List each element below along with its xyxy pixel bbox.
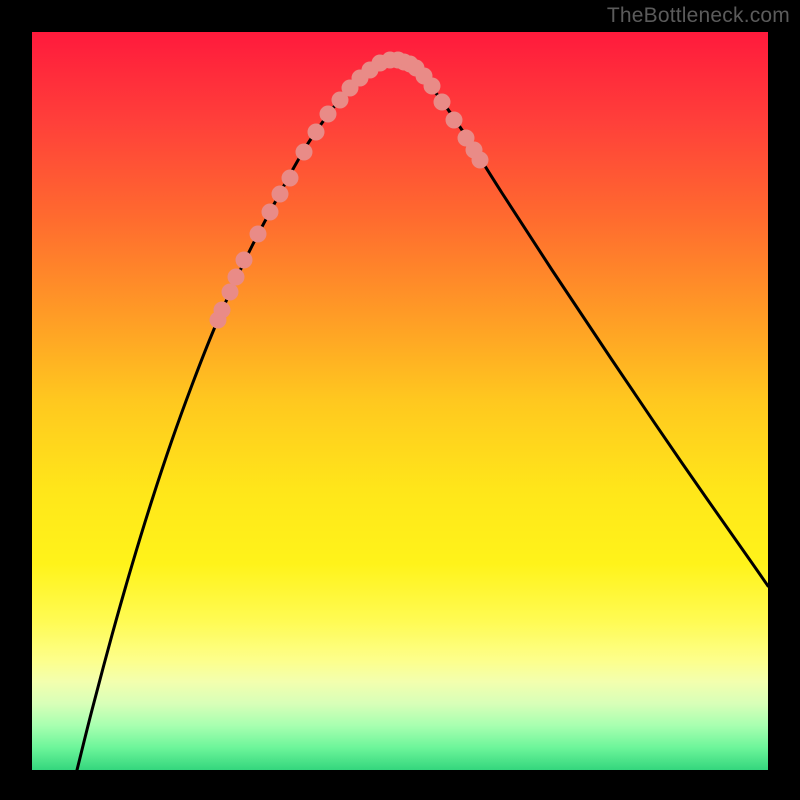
- marker-dot: [282, 170, 299, 187]
- bottleneck-curve: [77, 59, 768, 770]
- marker-band: [210, 52, 489, 329]
- marker-dot: [214, 302, 231, 319]
- marker-dot: [446, 112, 463, 129]
- marker-dot: [250, 226, 267, 243]
- marker-dot: [262, 204, 279, 221]
- marker-dot: [424, 78, 441, 95]
- marker-dot: [320, 106, 337, 123]
- marker-dot: [434, 94, 451, 111]
- marker-dot: [228, 269, 245, 286]
- marker-dot: [308, 124, 325, 141]
- watermark-text: TheBottleneck.com: [607, 4, 790, 28]
- marker-dot: [296, 144, 313, 161]
- chart-svg: [32, 32, 768, 770]
- chart-frame: TheBottleneck.com: [0, 0, 800, 800]
- marker-dot: [472, 152, 489, 169]
- plot-area: [32, 32, 768, 770]
- marker-dot: [222, 284, 239, 301]
- marker-dot: [272, 186, 289, 203]
- marker-dot: [236, 252, 253, 269]
